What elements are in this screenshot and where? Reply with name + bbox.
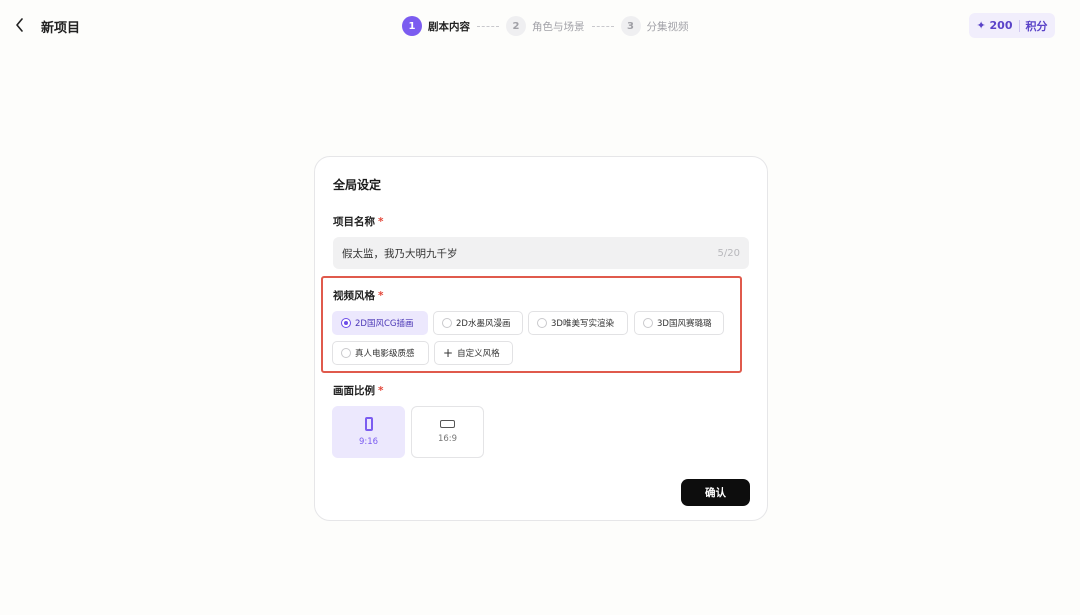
ratio-option-9-16[interactable]: 9:16 <box>332 406 405 458</box>
card-title: 全局设定 <box>333 178 382 192</box>
custom-style-button[interactable]: + 自定义风格 <box>434 341 513 365</box>
label-text: 视频风格 <box>333 290 375 302</box>
option-label: 3D国风赛璐璐 <box>657 319 712 329</box>
required-mark: * <box>378 216 384 228</box>
style-option-live-action[interactable]: 真人电影级质感 <box>332 341 429 365</box>
option-label: 真人电影级质感 <box>355 349 415 359</box>
step-characters[interactable]: 2 角色与场景 <box>506 16 585 36</box>
radio-icon <box>442 318 452 328</box>
top-bar: 新项目 1 剧本内容 2 角色与场景 3 分集视频 ✦ 200 积分 <box>0 0 1080 52</box>
divider <box>1018 19 1020 32</box>
required-mark: * <box>378 385 384 397</box>
radio-icon <box>537 318 547 328</box>
ratio-label: 9:16 <box>358 437 379 447</box>
ratio-option-16-9[interactable]: 16:9 <box>411 406 484 458</box>
option-label: 自定义风格 <box>457 349 500 359</box>
chevron-left-icon <box>16 18 23 32</box>
step-label: 剧本内容 <box>428 20 470 33</box>
step-connector <box>591 25 614 27</box>
ratio-label: 16:9 <box>437 434 458 444</box>
stepper: 1 剧本内容 2 角色与场景 3 分集视频 <box>402 15 689 37</box>
step-label: 分集视频 <box>646 20 689 33</box>
step-connector <box>477 25 499 27</box>
aspect-ratio-label: 画面比例 * <box>333 383 384 398</box>
step-number: 1 <box>402 16 422 36</box>
plus-icon: + <box>443 346 454 360</box>
project-name-value: 假太监，我乃大明九千岁 <box>342 247 458 260</box>
required-mark: * <box>378 290 384 302</box>
confirm-button[interactable]: 确认 <box>681 479 750 506</box>
video-style-label: 视频风格 * <box>333 288 384 303</box>
option-label: 3D唯美写实渲染 <box>551 319 614 329</box>
style-option-3d-celshade[interactable]: 3D国风赛璐璐 <box>634 311 724 335</box>
points-value: ✦ 200 <box>976 19 1013 32</box>
step-label: 角色与场景 <box>532 20 585 33</box>
option-label: 2D国风CG插画 <box>355 319 414 329</box>
style-option-3d-realistic[interactable]: 3D唯美写实渲染 <box>528 311 628 335</box>
radio-icon <box>341 348 351 358</box>
portrait-icon <box>364 417 373 431</box>
radio-selected-icon <box>341 318 351 328</box>
char-counter: 5/20 <box>717 247 740 259</box>
back-button[interactable] <box>10 14 30 36</box>
option-label: 2D水墨风漫画 <box>456 319 511 329</box>
step-episodes[interactable]: 3 分集视频 <box>620 16 689 36</box>
global-settings-card: 全局设定 项目名称 * 假太监，我乃大明九千岁 5/20 视频风格 * 2D国风CG… <box>314 156 768 521</box>
project-name-input[interactable]: 假太监，我乃大明九千岁 5/20 <box>333 237 749 269</box>
step-number: 3 <box>620 16 641 36</box>
label-text: 项目名称 <box>333 216 375 228</box>
page-title: 新项目 <box>41 21 81 36</box>
step-number: 2 <box>506 16 526 36</box>
radio-icon <box>643 318 653 328</box>
style-option-2d-ink[interactable]: 2D水墨风漫画 <box>433 311 523 335</box>
points-badge[interactable]: ✦ 200 积分 <box>969 13 1055 38</box>
points-label: 积分 <box>1025 19 1048 33</box>
project-name-label: 项目名称 * <box>333 214 384 229</box>
landscape-icon <box>440 420 455 428</box>
style-option-2d-guofeng-cg[interactable]: 2D国风CG插画 <box>332 311 428 335</box>
label-text: 画面比例 <box>333 385 375 397</box>
step-script[interactable]: 1 剧本内容 <box>402 16 470 36</box>
